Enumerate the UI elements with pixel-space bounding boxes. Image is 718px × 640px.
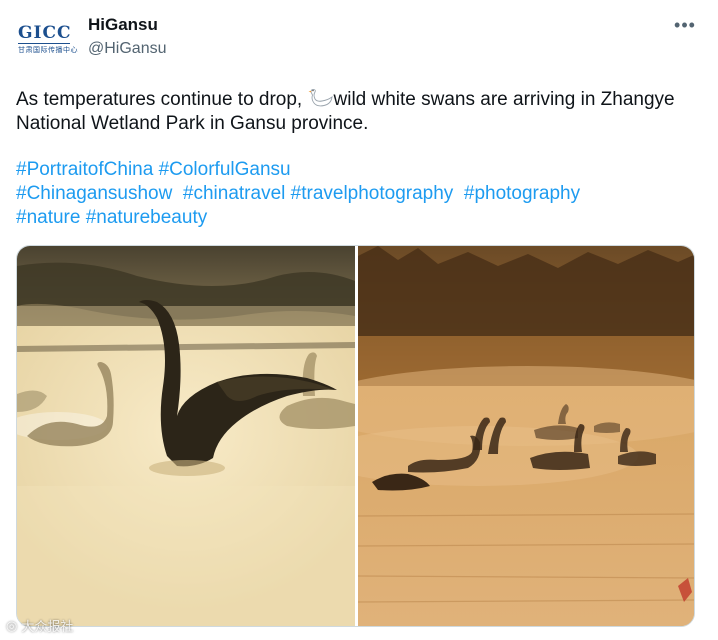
hashtag-list: #PortraitofChina #ColorfulGansu #Chinaga…: [16, 158, 706, 230]
author-info: HiGansu @HiGansu: [88, 15, 167, 61]
avatar[interactable]: GICC 甘肃国际传播中心: [14, 14, 78, 58]
watermark-text: 大众报社: [21, 619, 74, 634]
avatar-logo-text: GICC: [18, 23, 72, 43]
hashtag-link[interactable]: #nature: [16, 207, 80, 228]
hashtag-link[interactable]: #naturebeauty: [86, 207, 208, 228]
hashtag-link[interactable]: #photography: [464, 183, 580, 204]
display-name[interactable]: HiGansu: [88, 15, 167, 35]
tweet-text: As temperatures continue to drop, wild w…: [16, 88, 706, 136]
hashtag-link[interactable]: #travelphotography: [291, 183, 454, 204]
more-dots-icon: •••: [674, 15, 696, 35]
hashtag-link[interactable]: #PortraitofChina: [16, 159, 153, 180]
tweet-text-part-1: As temperatures continue to drop,: [16, 89, 308, 110]
photo-swan-flock[interactable]: [358, 246, 694, 626]
hashtag-link[interactable]: #chinatravel: [183, 183, 285, 204]
hashtag-link[interactable]: #Chinagansushow: [16, 183, 172, 204]
user-handle[interactable]: @HiGansu: [88, 37, 167, 61]
swan-emoji-icon: [308, 88, 334, 108]
hashtag-link[interactable]: #ColorfulGansu: [159, 159, 291, 180]
avatar-logo-subtext: 甘肃国际传播中心: [18, 47, 78, 54]
avatar-divider: [18, 43, 70, 44]
tweet-card: GICC 甘肃国际传播中心 HiGansu @HiGansu ••• As te…: [0, 0, 718, 640]
media-grid: [16, 245, 695, 627]
dazhong-logo-icon: ◎: [6, 617, 18, 633]
watermark: ◎ 大众报社: [6, 616, 73, 635]
more-options-button[interactable]: •••: [672, 12, 698, 38]
photo-swan-wings[interactable]: [17, 246, 355, 626]
